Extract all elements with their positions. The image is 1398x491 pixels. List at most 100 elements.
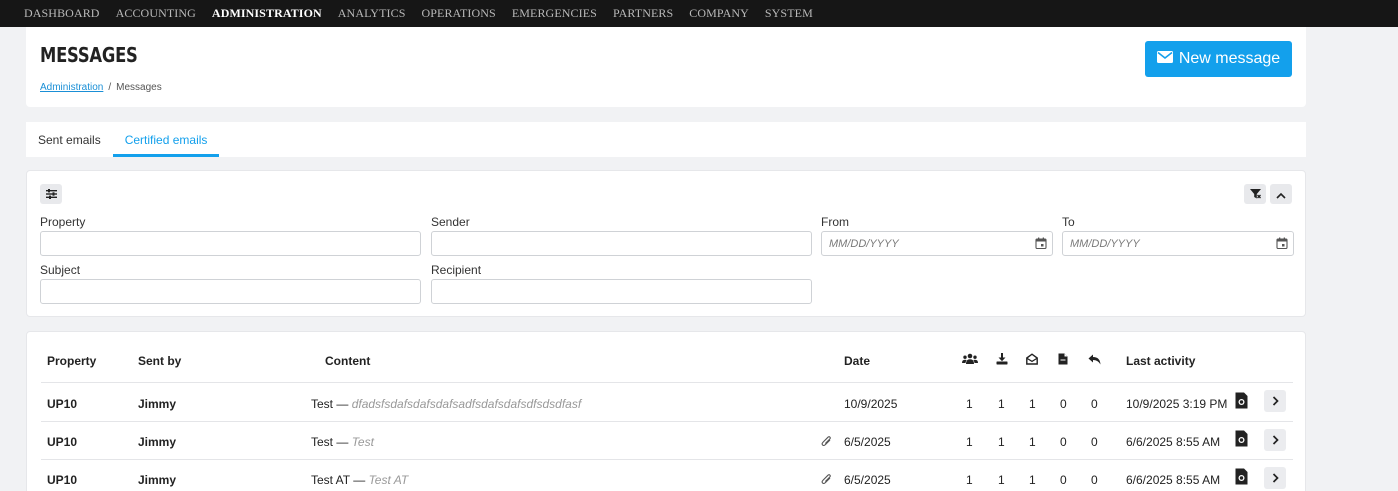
open-message-button[interactable]: [1264, 429, 1286, 451]
certified-document-icon[interactable]: [1235, 430, 1248, 450]
nav-item-analytics[interactable]: ANALYTICS: [338, 6, 406, 21]
nav-item-system[interactable]: SYSTEM: [765, 6, 813, 21]
row-divider: [41, 382, 1293, 383]
cell-date: 6/5/2025: [844, 435, 891, 449]
column-header-last-activity[interactable]: Last activity: [1126, 354, 1195, 368]
collapse-filter-button[interactable]: [1270, 184, 1292, 204]
nav-item-accounting[interactable]: ACCOUNTING: [116, 6, 196, 21]
nav-item-administration[interactable]: ADMINISTRATION: [212, 6, 322, 21]
from-date-input[interactable]: MM/DD/YYYY: [821, 231, 1053, 256]
cell-sent-by: Jimmy: [138, 473, 177, 487]
cell-date: 10/9/2025: [844, 397, 898, 411]
cell-preview: Test: [351, 435, 374, 449]
nav-item-partners[interactable]: PARTNERS: [613, 6, 673, 21]
filter-panel: Property Sender From MM/DD/YYYY To MM/DD…: [26, 170, 1306, 317]
paperclip-icon: [821, 473, 832, 488]
sender-filter-label: Sender: [431, 215, 470, 229]
cell-content[interactable]: Test — dfadsfsdafsdafsdafsadfsdafsdafsdf…: [311, 397, 581, 411]
cell-replied-count: 0: [1091, 473, 1098, 487]
envelope-open-icon: [1026, 353, 1038, 368]
open-message-button[interactable]: [1264, 390, 1286, 412]
cell-replied-count: 0: [1091, 397, 1098, 411]
cell-document-count: 0: [1060, 473, 1067, 487]
column-header-property[interactable]: Property: [47, 354, 96, 368]
new-message-button[interactable]: New message: [1145, 41, 1292, 77]
open-message-button[interactable]: [1264, 467, 1286, 489]
filter-clear-icon: [1249, 187, 1261, 202]
calendar-icon[interactable]: [1276, 237, 1288, 252]
breadcrumb-link-administration[interactable]: Administration: [40, 82, 103, 93]
nav-item-emergencies[interactable]: EMERGENCIES: [512, 6, 597, 21]
cell-property: UP10: [47, 397, 78, 411]
users-icon: [962, 353, 978, 368]
tab-certified-emails[interactable]: Certified emails: [112, 122, 220, 157]
nav-item-operations[interactable]: OPERATIONS: [421, 6, 495, 21]
chevron-up-icon: [1276, 187, 1286, 202]
chevron-right-icon: [1272, 433, 1279, 448]
chevron-right-icon: [1272, 471, 1279, 486]
cell-content[interactable]: Test — Test: [311, 435, 374, 449]
cell-subject: Test: [311, 397, 334, 411]
cell-downloaded-count: 1: [998, 397, 1005, 411]
tab-sent-emails[interactable]: Sent emails: [26, 122, 113, 157]
cell-preview: Test AT: [368, 473, 409, 487]
cell-replied-count: 0: [1091, 435, 1098, 449]
cell-last-activity: 6/6/2025 8:55 AM: [1126, 435, 1221, 449]
top-navigation: DASHBOARD ACCOUNTING ADMINISTRATION ANAL…: [0, 0, 1398, 27]
from-date-label: From: [821, 215, 849, 229]
clear-filter-button[interactable]: [1244, 184, 1266, 204]
row-divider: [41, 459, 1293, 460]
download-icon: [996, 353, 1008, 368]
cell-recipients-count: 1: [966, 473, 973, 487]
certified-document-icon[interactable]: [1235, 392, 1248, 412]
breadcrumb: Administration / Messages: [40, 82, 162, 93]
subject-filter-label: Subject: [40, 263, 81, 277]
cell-dash: —: [333, 435, 352, 449]
nav-item-dashboard[interactable]: DASHBOARD: [24, 6, 100, 21]
cell-subject: Test: [311, 435, 334, 449]
new-message-label: New message: [1178, 50, 1281, 67]
property-filter-label: Property: [40, 215, 86, 229]
page-title: MESSAGES: [40, 43, 138, 67]
cell-sent-by: Jimmy: [138, 435, 177, 449]
cell-last-activity: 10/9/2025 3:19 PM: [1126, 397, 1228, 411]
to-date-placeholder: MM/DD/YYYY: [1070, 237, 1140, 250]
to-date-label: To: [1062, 215, 1075, 229]
breadcrumb-separator: /: [108, 82, 112, 93]
column-header-sent-by[interactable]: Sent by: [138, 354, 181, 368]
cell-dash: —: [349, 473, 369, 487]
to-date-input[interactable]: MM/DD/YYYY: [1062, 231, 1294, 256]
cell-date: 6/5/2025: [844, 473, 891, 487]
cell-property: UP10: [47, 435, 78, 449]
subject-filter-input[interactable]: [40, 279, 421, 304]
envelope-icon: [1156, 50, 1173, 68]
chevron-right-icon: [1272, 394, 1279, 409]
cell-recipients-count: 1: [966, 397, 973, 411]
cell-opened-count: 1: [1029, 435, 1036, 449]
filter-settings-button[interactable]: [40, 184, 62, 204]
cell-last-activity: 6/6/2025 8:55 AM: [1126, 473, 1221, 487]
column-header-content[interactable]: Content: [325, 354, 370, 368]
recipient-filter-label: Recipient: [431, 263, 482, 277]
sender-filter-input[interactable]: [431, 231, 812, 256]
reply-icon: [1088, 353, 1101, 368]
tabs-bar: Sent emails Certified emails: [26, 122, 1306, 157]
row-divider: [41, 421, 1293, 422]
cell-document-count: 0: [1060, 397, 1067, 411]
cell-content[interactable]: Test AT — Test AT: [311, 473, 408, 487]
sliders-icon: [45, 187, 57, 202]
property-filter-input[interactable]: [40, 231, 421, 256]
cell-opened-count: 1: [1029, 473, 1036, 487]
page-header: MESSAGES Administration / Messages New mes…: [26, 27, 1306, 107]
cell-downloaded-count: 1: [998, 473, 1005, 487]
recipient-filter-input[interactable]: [431, 279, 812, 304]
cell-recipients-count: 1: [966, 435, 973, 449]
cell-document-count: 0: [1060, 435, 1067, 449]
cell-property: UP10: [47, 473, 78, 487]
certified-document-icon[interactable]: [1235, 468, 1248, 488]
nav-item-company[interactable]: COMPANY: [689, 6, 749, 21]
calendar-icon[interactable]: [1035, 237, 1047, 252]
file-icon: [1058, 353, 1068, 368]
cell-sent-by: Jimmy: [138, 397, 177, 411]
column-header-date[interactable]: Date: [844, 354, 870, 368]
